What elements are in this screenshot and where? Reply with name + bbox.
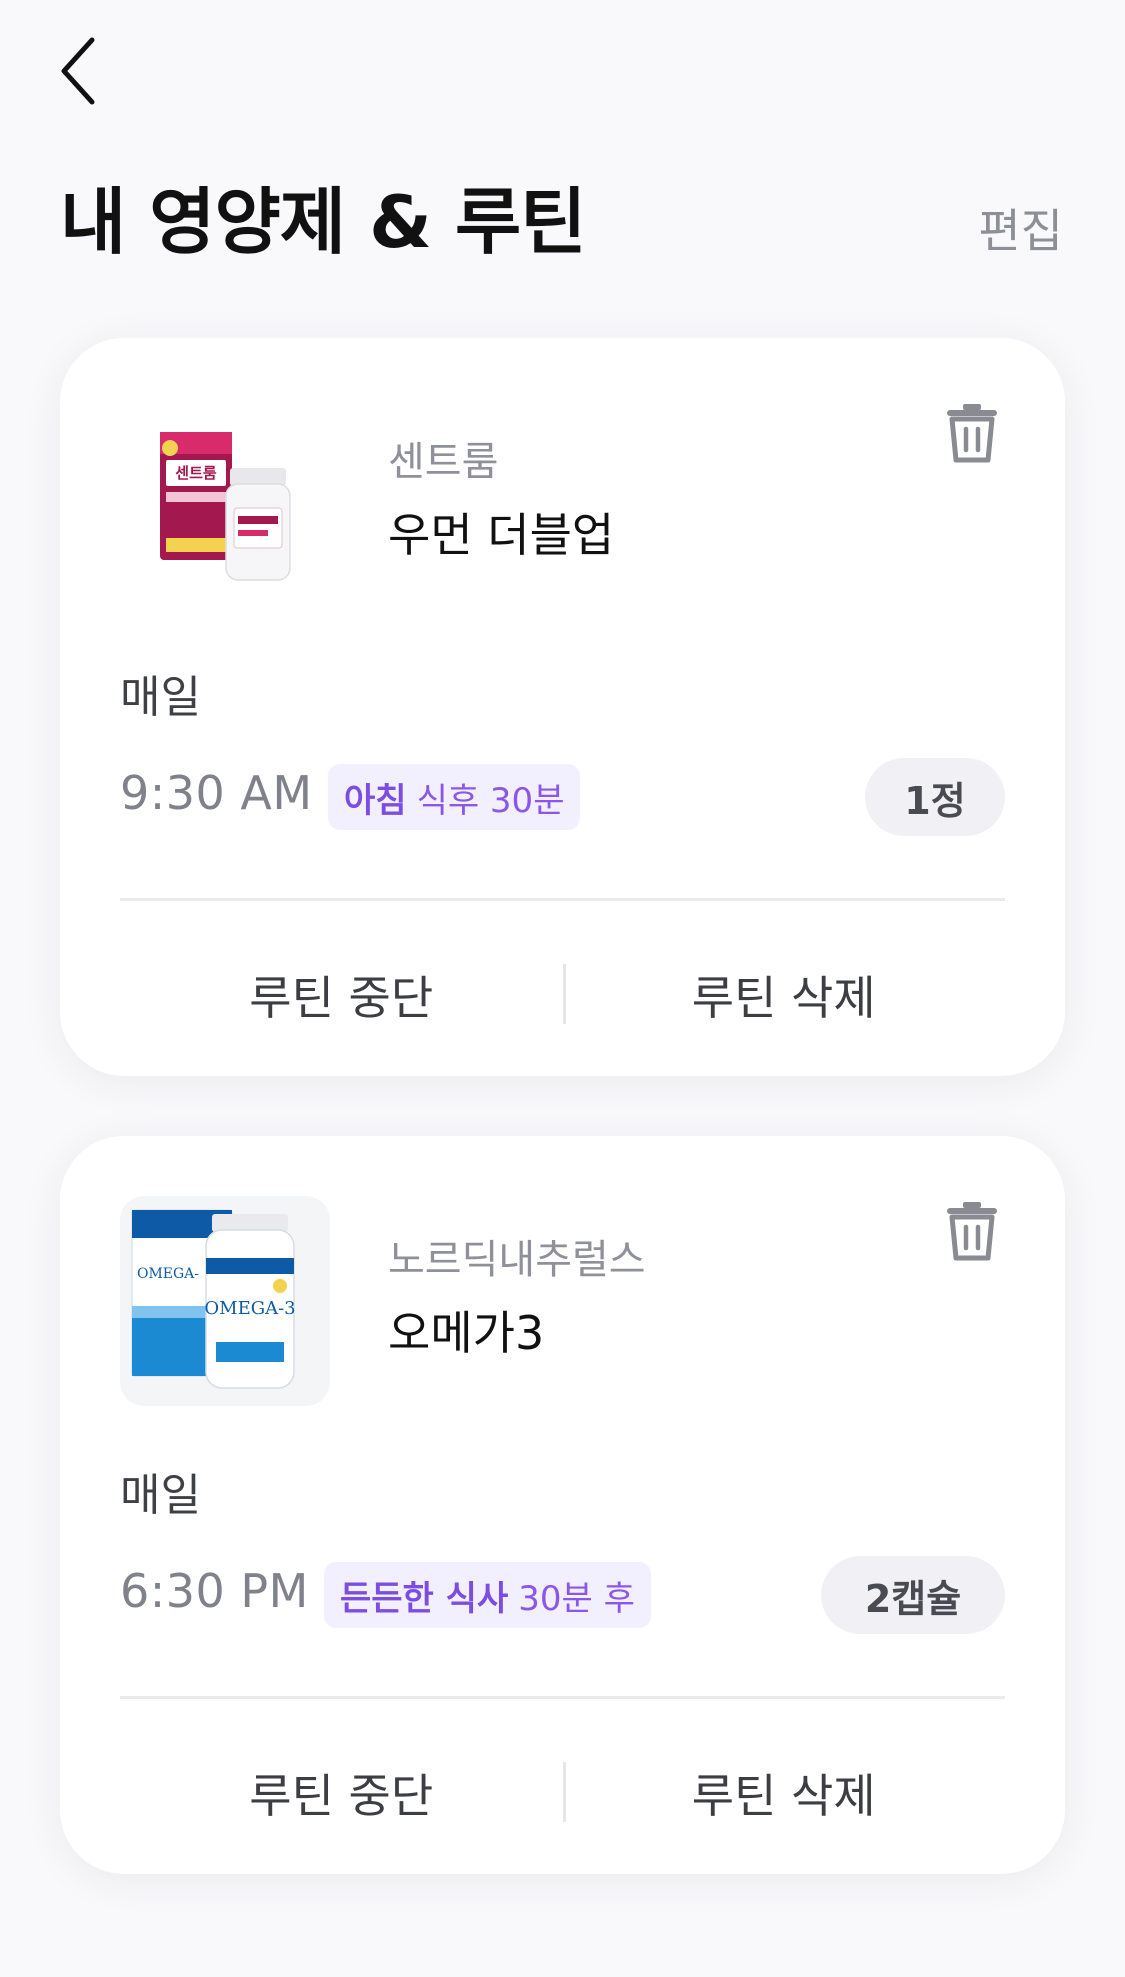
timing-tag: 아침 식후 30분 — [328, 764, 581, 830]
product-image: 센트룸 — [120, 398, 330, 608]
routine-card: 센트룸 센트룸 우먼 더블업 매일 9:30 AM 아침 식후 30분 1정 루… — [60, 338, 1065, 1076]
timing-tag-rest: 30분 후 — [518, 1578, 635, 1619]
supplement-box-image: 센트룸 — [160, 432, 291, 581]
chevron-left-icon — [61, 37, 95, 105]
timing-tag-strong: 아침 — [344, 780, 407, 821]
edit-button[interactable]: 편집 — [978, 208, 1063, 254]
stop-routine-button[interactable]: 루틴 중단 — [120, 960, 563, 1030]
trash-icon — [947, 1202, 997, 1261]
delete-routine-button[interactable]: 루틴 삭제 — [563, 1758, 1006, 1828]
routine-card: OMEGA- OMEGA-3 노르딕내추럴스 오메가3 매일 6:30 PM 든… — [60, 1136, 1065, 1874]
timing-tag: 든든한 식사 30분 후 — [324, 1562, 651, 1628]
dose-badge: 1정 — [865, 758, 1005, 836]
delete-product-button[interactable] — [941, 1198, 1003, 1262]
divider — [120, 1696, 1005, 1699]
bottle-label-text: OMEGA-3 — [204, 1298, 295, 1319]
back-button[interactable] — [58, 36, 114, 106]
delete-product-button[interactable] — [941, 400, 1003, 464]
box-brand-text: 센트룸 — [175, 464, 217, 482]
timing-tag-strong: 든든한 식사 — [340, 1578, 509, 1619]
routine-actions: 루틴 중단 루틴 삭제 — [120, 1758, 1005, 1828]
divider — [120, 898, 1005, 901]
dose-badge: 2캡슐 — [821, 1556, 1005, 1634]
stop-routine-button[interactable]: 루틴 중단 — [120, 1758, 563, 1828]
product-brand: 노르딕내추럴스 — [388, 1237, 646, 1283]
trash-icon — [947, 404, 997, 463]
svg-text:OMEGA-: OMEGA- — [137, 1266, 199, 1282]
product-name: 오메가3 — [388, 1306, 545, 1360]
product-name: 우먼 더블업 — [388, 508, 615, 562]
timing-tag-rest: 식후 30분 — [416, 780, 565, 821]
frequency-label: 매일 — [120, 672, 201, 723]
schedule-row: 9:30 AM 아침 식후 30분 1정 — [120, 758, 1005, 838]
routine-actions: 루틴 중단 루틴 삭제 — [120, 960, 1005, 1030]
product-image: OMEGA- OMEGA-3 — [120, 1196, 330, 1406]
delete-routine-button[interactable]: 루틴 삭제 — [563, 960, 1006, 1030]
product-brand: 센트룸 — [388, 439, 499, 485]
schedule-row: 6:30 PM 든든한 식사 30분 후 2캡슐 — [120, 1556, 1005, 1636]
page-title: 내 영양제 & 루틴 — [60, 180, 586, 264]
intake-time: 6:30 PM — [120, 1564, 309, 1618]
intake-time: 9:30 AM — [120, 766, 313, 820]
supplement-box-image: OMEGA- OMEGA-3 — [120, 1196, 330, 1406]
frequency-label: 매일 — [120, 1470, 201, 1521]
